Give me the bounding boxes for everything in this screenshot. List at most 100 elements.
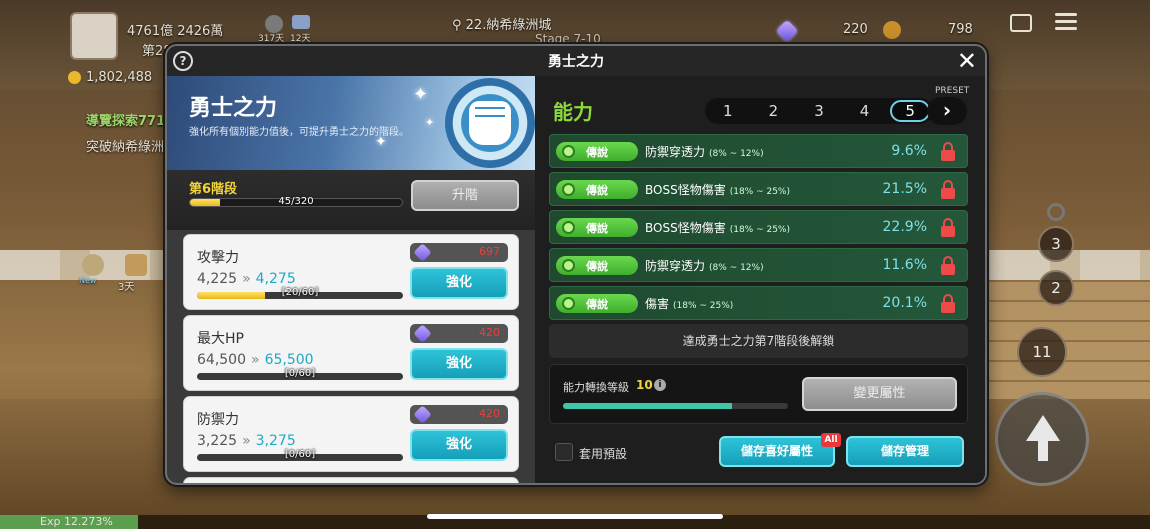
- tier-dot-icon: [562, 259, 575, 272]
- ability-value: 22.9%: [882, 219, 927, 235]
- tier-label: 傳說: [586, 222, 608, 235]
- pass-icon[interactable]: [292, 15, 310, 29]
- stat-name: 防禦力: [197, 412, 239, 428]
- cost-value: 420: [479, 326, 500, 339]
- tier-label: 傳說: [586, 298, 608, 311]
- lock-icon[interactable]: [941, 218, 955, 237]
- convert-box: 能力轉換等級 10 i 變更屬性: [549, 364, 968, 424]
- stage-label: 第6階段: [189, 182, 238, 197]
- lock-icon[interactable]: [941, 294, 955, 313]
- preset-tab-5[interactable]: 5: [890, 100, 931, 122]
- stat-values: 64,500 » 65,500: [197, 352, 314, 368]
- preset-tab-2[interactable]: 2: [753, 100, 793, 122]
- next-value: 3,275: [255, 433, 296, 449]
- ability-value: 9.6%: [891, 143, 927, 159]
- power-banner: 勇士之力 強化所有個別能力值後，可提升勇士之力的階段。 ✦ ✦ ✦: [167, 76, 535, 170]
- gem-icon: [413, 243, 432, 262]
- stat-list[interactable]: 攻擊力 4,225» 4,275 [20/60] 697 強化 最大HP 64,5…: [167, 230, 535, 483]
- ability-row: 傳說 傷害 (18% ~ 25%) 20.1%: [549, 286, 968, 320]
- stat-values: 4,225» 4,275: [197, 271, 296, 287]
- save-favorite-button[interactable]: 儲存喜好屬性: [719, 436, 835, 467]
- buff-days: 3天: [118, 282, 135, 293]
- lock-icon[interactable]: [941, 256, 955, 275]
- sparkle-icon: ✦: [425, 116, 435, 129]
- combat-power: 4761億 2426萬: [127, 24, 224, 39]
- exp-text: Exp 12.273%: [40, 515, 113, 528]
- sparkle-icon: ✦: [375, 134, 387, 150]
- ability-range: (18% ~ 25%): [673, 301, 734, 311]
- enhance-button[interactable]: 強化: [410, 429, 508, 461]
- enhance-button[interactable]: 強化: [410, 267, 508, 299]
- stat-progress-text: [0/60]: [284, 449, 316, 460]
- cost-pill: 420: [410, 324, 508, 343]
- meso-icon: [68, 71, 81, 84]
- skill-slot-3[interactable]: 11: [1017, 327, 1067, 377]
- jump-button[interactable]: [995, 392, 1089, 486]
- home-indicator[interactable]: [427, 514, 723, 519]
- fist-emblem-icon: [445, 78, 535, 168]
- preset-tab-4[interactable]: 4: [845, 100, 885, 122]
- unlock-notice: 達成勇士之力第7階段後解鎖: [549, 324, 968, 358]
- meso-amount: 1,802,488: [86, 70, 153, 85]
- save-manage-button[interactable]: 儲存管理: [846, 436, 964, 467]
- tier-badge: 傳說: [556, 256, 638, 275]
- cost-value: 420: [479, 407, 500, 420]
- preset-tab-3[interactable]: 3: [799, 100, 839, 122]
- preset-tab-1[interactable]: 1: [708, 100, 748, 122]
- stat-name: 最大HP: [197, 331, 244, 347]
- gem-icon: [413, 324, 432, 343]
- ability-value: 21.5%: [882, 181, 927, 197]
- currency-count: 798: [948, 22, 973, 37]
- cart-icon[interactable]: [1010, 14, 1032, 32]
- ability-range: (18% ~ 25%): [729, 225, 790, 235]
- map-location: ⚲ 22.納希綠洲城: [452, 18, 552, 33]
- pet-icon[interactable]: [82, 254, 104, 276]
- quest-title[interactable]: 導覽探索771: [86, 110, 165, 129]
- modal-title: 勇士之力: [548, 54, 604, 70]
- lock-icon[interactable]: [941, 142, 955, 161]
- settings-gear-icon[interactable]: [1047, 203, 1065, 221]
- convert-label: 能力轉換等級: [563, 381, 629, 394]
- stat-progress-text: [20/60]: [281, 287, 319, 298]
- ability-row: 傳說 防禦穿透力 (8% ~ 12%) 11.6%: [549, 248, 968, 282]
- upgrade-button[interactable]: 升階: [411, 180, 519, 211]
- stat-name: 攻擊力: [197, 250, 239, 266]
- modal-header: ? 勇士之力 ✕: [167, 46, 985, 76]
- right-panel: 能力 PRESET 1 2 3 4 5 › 傳說 防禦穿透力 (8% ~ 12%)…: [535, 76, 985, 483]
- current-value: 3,225: [197, 433, 238, 449]
- left-panel: 勇士之力 強化所有個別能力值後，可提升勇士之力的階段。 ✦ ✦ ✦ 第6階段 4…: [167, 76, 535, 483]
- help-button[interactable]: ?: [173, 51, 193, 71]
- enhance-button[interactable]: 強化: [410, 348, 508, 380]
- current-value: 64,500: [197, 352, 246, 368]
- change-attribute-button[interactable]: 變更屬性: [802, 377, 957, 411]
- stat-progress-text: [0/60]: [284, 368, 316, 379]
- apply-preset-checkbox[interactable]: [555, 443, 573, 461]
- convert-level: 10: [636, 378, 653, 392]
- lock-icon[interactable]: [941, 180, 955, 199]
- skill-slot-2[interactable]: 2: [1038, 270, 1074, 306]
- preset-next-button[interactable]: ›: [927, 97, 967, 125]
- close-button[interactable]: ✕: [957, 48, 977, 74]
- stat-values: 3,225» 3,275: [197, 433, 296, 449]
- warrior-power-modal: ? 勇士之力 ✕ 勇士之力 強化所有個別能力值後，可提升勇士之力的階段。 ✦ ✦…: [165, 44, 987, 485]
- ability-name: BOSS怪物傷害 (18% ~ 25%): [645, 183, 790, 197]
- ability-name: 防禦穿透力 (8% ~ 12%): [645, 259, 764, 273]
- next-value: 4,275: [255, 271, 296, 287]
- map-name: 22.納希綠洲城: [465, 18, 552, 33]
- tier-badge: 傳說: [556, 180, 638, 199]
- player-avatar[interactable]: [70, 12, 118, 60]
- tier-dot-icon: [562, 297, 575, 310]
- ability-name: 防禦穿透力 (8% ~ 12%): [645, 145, 764, 159]
- all-badge: All: [821, 433, 841, 447]
- double-chevron-icon: »: [242, 433, 251, 449]
- preset-tabs: 1 2 3 4 5: [705, 98, 933, 124]
- stat-card-max-hp: 最大HP 64,500 » 65,500 [0/60] 420 強化: [183, 315, 519, 391]
- stat-card-next: [183, 477, 519, 483]
- menu-icon[interactable]: [1055, 13, 1077, 31]
- apply-preset-label: 套用預設: [579, 447, 628, 461]
- buff-icon[interactable]: [125, 254, 147, 276]
- ability-range: (8% ~ 12%): [709, 263, 764, 273]
- skill-slot-1[interactable]: 3: [1038, 226, 1074, 262]
- ability-name: BOSS怪物傷害 (18% ~ 25%): [645, 221, 790, 235]
- info-icon[interactable]: i: [654, 379, 666, 391]
